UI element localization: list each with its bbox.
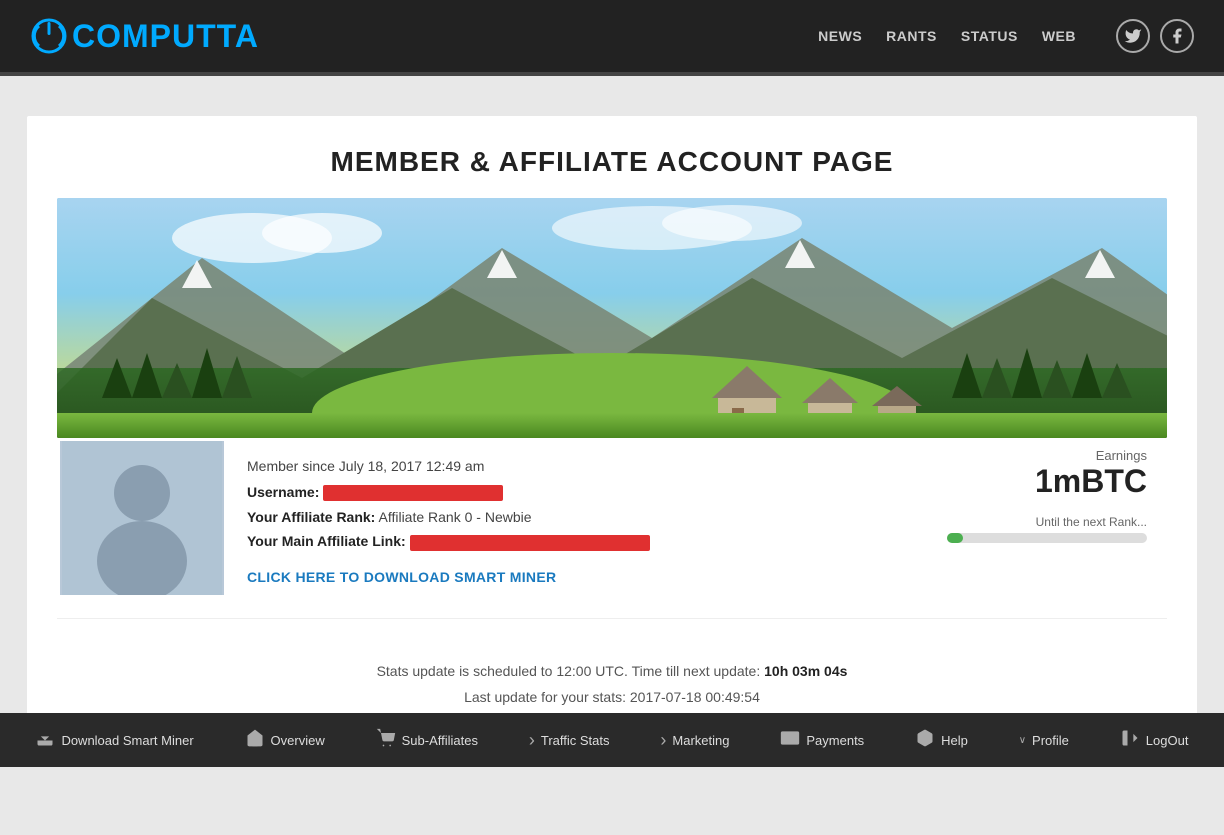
payments-icon bbox=[780, 728, 800, 753]
bottom-nav: Download Smart Miner Overview Sub-Affili… bbox=[0, 713, 1224, 767]
profile-info: Member since July 18, 2017 12:49 am User… bbox=[227, 438, 927, 587]
bottom-nav-marketing-label: Marketing bbox=[672, 733, 729, 748]
earnings-label: Earnings bbox=[947, 448, 1147, 463]
bottom-nav-sub-affiliates[interactable]: Sub-Affiliates bbox=[368, 728, 486, 753]
download-smart-miner-link[interactable]: CLICK HERE TO DOWNLOAD SMART MINER bbox=[247, 569, 556, 585]
social-icons bbox=[1116, 19, 1194, 53]
home-icon bbox=[245, 728, 265, 753]
main-content: MEMBER & AFFILIATE ACCOUNT PAGE bbox=[27, 116, 1197, 735]
bottom-nav-traffic-label: Traffic Stats bbox=[541, 733, 610, 748]
traffic-stats-icon: › bbox=[529, 730, 535, 751]
stats-update: Stats update is scheduled to 12:00 UTC. … bbox=[57, 653, 1167, 689]
bottom-nav-logout-label: LogOut bbox=[1146, 733, 1189, 748]
bottom-nav-marketing[interactable]: › Marketing bbox=[652, 730, 737, 751]
username-redacted bbox=[323, 485, 503, 501]
username-row: Username: bbox=[247, 484, 907, 501]
nav-rants[interactable]: RANTS bbox=[886, 28, 937, 44]
username-label: Username: bbox=[247, 484, 319, 500]
logo[interactable]: COMPUTTA bbox=[30, 17, 259, 55]
affiliate-rank-label: Your Affiliate Rank: bbox=[247, 509, 375, 525]
bottom-nav-profile[interactable]: ∨ Profile bbox=[1011, 733, 1077, 748]
earnings-value: 1mBTC bbox=[947, 463, 1147, 500]
affiliate-link-label: Your Main Affiliate Link: bbox=[247, 533, 406, 549]
header-nav: NEWS RANTS STATUS WEB bbox=[818, 19, 1194, 53]
download-icon bbox=[35, 728, 55, 753]
earnings-panel: Earnings 1mBTC Until the next Rank... bbox=[927, 438, 1167, 553]
rank-progress-bar bbox=[947, 533, 1147, 543]
sub-affiliates-icon bbox=[376, 728, 396, 753]
bottom-nav-payments-label: Payments bbox=[806, 733, 864, 748]
facebook-icon[interactable] bbox=[1160, 19, 1194, 53]
twitter-icon[interactable] bbox=[1116, 19, 1150, 53]
logo-text: COMPUTTA bbox=[72, 18, 259, 55]
rank-progress-fill bbox=[947, 533, 963, 543]
member-since: Member since July 18, 2017 12:49 am bbox=[247, 458, 907, 474]
rank-label: Until the next Rank... bbox=[947, 515, 1147, 529]
bottom-nav-help[interactable]: Help bbox=[907, 728, 976, 753]
last-update: Last update for your stats: 2017-07-18 0… bbox=[57, 689, 1167, 705]
affiliate-rank-row: Your Affiliate Rank: Affiliate Rank 0 - … bbox=[247, 509, 907, 525]
nav-web[interactable]: WEB bbox=[1042, 28, 1076, 44]
bottom-nav-sub-affiliates-label: Sub-Affiliates bbox=[402, 733, 478, 748]
affiliate-link-redacted bbox=[410, 535, 650, 551]
bottom-nav-profile-label: Profile bbox=[1032, 733, 1069, 748]
bottom-nav-overview[interactable]: Overview bbox=[237, 728, 333, 753]
bottom-nav-payments[interactable]: Payments bbox=[772, 728, 872, 753]
bottom-nav-overview-label: Overview bbox=[271, 733, 325, 748]
chevron-down-icon: ∨ bbox=[1019, 735, 1026, 746]
affiliate-rank-value: Affiliate Rank 0 - Newbie bbox=[378, 509, 531, 525]
logout-icon bbox=[1120, 728, 1140, 753]
bottom-nav-help-label: Help bbox=[941, 733, 968, 748]
nav-news[interactable]: NEWS bbox=[818, 28, 862, 44]
avatar bbox=[57, 438, 227, 598]
banner bbox=[57, 198, 1167, 438]
header: COMPUTTA NEWS RANTS STATUS WEB bbox=[0, 0, 1224, 72]
affiliate-link-row: Your Main Affiliate Link: bbox=[247, 533, 907, 550]
bottom-nav-download[interactable]: Download Smart Miner bbox=[27, 728, 201, 753]
page-title: MEMBER & AFFILIATE ACCOUNT PAGE bbox=[57, 146, 1167, 178]
marketing-icon: › bbox=[660, 730, 666, 751]
bottom-nav-download-label: Download Smart Miner bbox=[61, 733, 193, 748]
help-icon bbox=[915, 728, 935, 753]
stats-time-remaining: 10h 03m 04s bbox=[764, 663, 847, 679]
bottom-nav-traffic-stats[interactable]: › Traffic Stats bbox=[521, 730, 618, 751]
bottom-nav-logout[interactable]: LogOut bbox=[1112, 728, 1197, 753]
nav-status[interactable]: STATUS bbox=[961, 28, 1018, 44]
stats-schedule-text: Stats update is scheduled to 12:00 UTC. … bbox=[377, 663, 761, 679]
